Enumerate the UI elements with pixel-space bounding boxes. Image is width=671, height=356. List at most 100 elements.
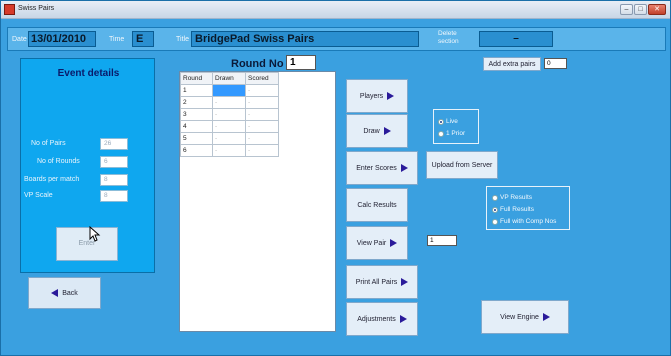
table-row[interactable]: 6 - - xyxy=(180,144,279,157)
draw-option-1-prior[interactable]: 1 Prior xyxy=(438,130,465,137)
arrow-right-icon xyxy=(542,313,550,321)
no-of-pairs-field[interactable]: 26 xyxy=(100,138,128,150)
column-header-drawn: Drawn xyxy=(212,72,246,85)
column-header-scored: Scored xyxy=(245,72,279,85)
result-option-full-with-comp-nos[interactable]: Full with Comp Nos xyxy=(492,218,556,225)
result-option-label: VP Results xyxy=(500,194,533,201)
arrow-right-icon xyxy=(399,315,407,323)
arrow-right-icon xyxy=(400,164,408,172)
time-label: Time xyxy=(109,36,125,43)
view-pair-button[interactable]: View Pair xyxy=(346,226,408,260)
radio-unselected-icon xyxy=(492,194,498,201)
round-cell: 6 xyxy=(180,144,213,157)
boards-per-match-label: Boards per match xyxy=(24,176,80,183)
drawn-cell[interactable]: - xyxy=(212,108,246,121)
upload-from-server-button[interactable]: Upload from Server xyxy=(426,151,498,179)
radio-unselected-icon xyxy=(492,218,498,225)
boards-per-match-field[interactable]: 8 xyxy=(100,174,128,186)
vp-scale-label: VP Scale xyxy=(24,192,53,199)
drawn-cell[interactable]: - xyxy=(212,132,246,145)
delete-section-field[interactable]: – xyxy=(479,31,553,47)
event-details-panel: Event details No of Pairs 26 No of Round… xyxy=(20,58,155,273)
table-row[interactable]: 2 - - xyxy=(180,96,279,109)
upload-button-label: Upload from Server xyxy=(431,161,493,169)
section-header-bar: Date 13/01/2010 Time E Title BridgePad S… xyxy=(7,27,666,51)
scored-cell[interactable]: - xyxy=(245,108,279,121)
back-button-label: Back xyxy=(62,289,78,297)
draw-option-label: Live xyxy=(446,118,458,125)
result-option-vp-results[interactable]: VP Results xyxy=(492,194,532,201)
round-no-field[interactable]: 1 xyxy=(286,55,316,70)
mouse-cursor-icon xyxy=(89,226,101,242)
drawn-cell[interactable]: - xyxy=(212,96,246,109)
adjustments-button[interactable]: Adjustments xyxy=(346,302,418,336)
draw-button[interactable]: Draw xyxy=(346,114,408,148)
table-row[interactable]: 4 - - xyxy=(180,120,279,133)
scored-cell[interactable]: - xyxy=(245,120,279,133)
radio-unselected-icon xyxy=(438,130,444,137)
adjustments-button-label: Adjustments xyxy=(357,315,396,323)
round-no-label: Round No xyxy=(231,58,284,70)
radio-selected-icon xyxy=(438,118,444,125)
add-extra-pairs-label: Add extra pairs xyxy=(488,60,536,68)
title-bar: Swiss Pairs – □ ✕ xyxy=(1,1,670,19)
calc-results-button[interactable]: Calc Results xyxy=(346,188,408,222)
no-of-pairs-label: No of Pairs xyxy=(31,140,66,147)
players-button-label: Players xyxy=(359,92,384,100)
table-row[interactable]: 1 - xyxy=(180,84,279,97)
print-all-pairs-button-label: Print All Pairs xyxy=(355,278,398,286)
view-engine-button-label: View Engine xyxy=(500,313,539,321)
table-row[interactable]: 3 - - xyxy=(180,108,279,121)
scored-cell[interactable]: - xyxy=(245,144,279,157)
arrow-right-icon xyxy=(383,127,391,135)
drawn-cell[interactable] xyxy=(212,84,246,97)
table-row[interactable]: 5 - - xyxy=(180,132,279,145)
print-all-pairs-button[interactable]: Print All Pairs xyxy=(346,265,418,299)
minimize-button[interactable]: – xyxy=(620,4,633,15)
date-label: Date xyxy=(12,36,27,43)
main-window: Swiss Pairs – □ ✕ Date 13/01/2010 Time E… xyxy=(0,0,671,356)
result-option-full-results[interactable]: Full Results xyxy=(492,206,534,213)
view-pair-button-label: View Pair xyxy=(356,239,387,247)
add-extra-pairs-button[interactable]: Add extra pairs xyxy=(483,57,541,71)
round-cell: 5 xyxy=(180,132,213,145)
scored-cell[interactable]: - xyxy=(245,84,279,97)
round-cell: 2 xyxy=(180,96,213,109)
round-cell: 4 xyxy=(180,120,213,133)
enter-scores-button-label: Enter Scores xyxy=(356,164,397,172)
round-cell: 1 xyxy=(180,84,213,97)
extra-pairs-input[interactable]: 0 xyxy=(544,58,567,69)
vp-scale-field[interactable]: 8 xyxy=(100,190,128,202)
result-option-label: Full Results xyxy=(500,206,534,213)
time-field[interactable]: E xyxy=(132,31,154,47)
window-title: Swiss Pairs xyxy=(18,5,55,12)
radio-selected-icon xyxy=(492,206,498,213)
draw-option-live[interactable]: Live xyxy=(438,118,458,125)
rounds-grid: Round Drawn Scored 1 - 2 - - 3 - - 4 - -… xyxy=(179,71,336,332)
players-button[interactable]: Players xyxy=(346,79,408,113)
scored-cell[interactable]: - xyxy=(245,96,279,109)
column-header-round: Round xyxy=(180,72,213,85)
window-controls: – □ ✕ xyxy=(620,4,666,15)
result-option-label: Full with Comp Nos xyxy=(500,218,557,225)
arrow-right-icon xyxy=(401,278,409,286)
view-pair-number-input[interactable]: 1 xyxy=(427,235,457,246)
maximize-button[interactable]: □ xyxy=(634,4,647,15)
no-of-rounds-field[interactable]: 6 xyxy=(100,156,128,168)
view-engine-button[interactable]: View Engine xyxy=(481,300,569,334)
arrow-right-icon xyxy=(387,92,395,100)
app-icon xyxy=(4,4,15,15)
back-button[interactable]: Back xyxy=(28,277,101,309)
drawn-cell[interactable]: - xyxy=(212,144,246,157)
arrow-left-icon xyxy=(51,289,59,297)
event-title-field[interactable]: BridgePad Swiss Pairs xyxy=(191,31,419,47)
table-header-row: Round Drawn Scored xyxy=(180,72,279,85)
draw-option-label: 1 Prior xyxy=(446,130,466,137)
scored-cell[interactable]: - xyxy=(245,132,279,145)
drawn-cell[interactable]: - xyxy=(212,120,246,133)
close-button[interactable]: ✕ xyxy=(648,4,666,15)
enter-button[interactable]: Enter xyxy=(56,227,118,261)
enter-scores-button[interactable]: Enter Scores xyxy=(346,151,418,185)
arrow-right-icon xyxy=(390,239,398,247)
date-field[interactable]: 13/01/2010 xyxy=(28,31,96,47)
